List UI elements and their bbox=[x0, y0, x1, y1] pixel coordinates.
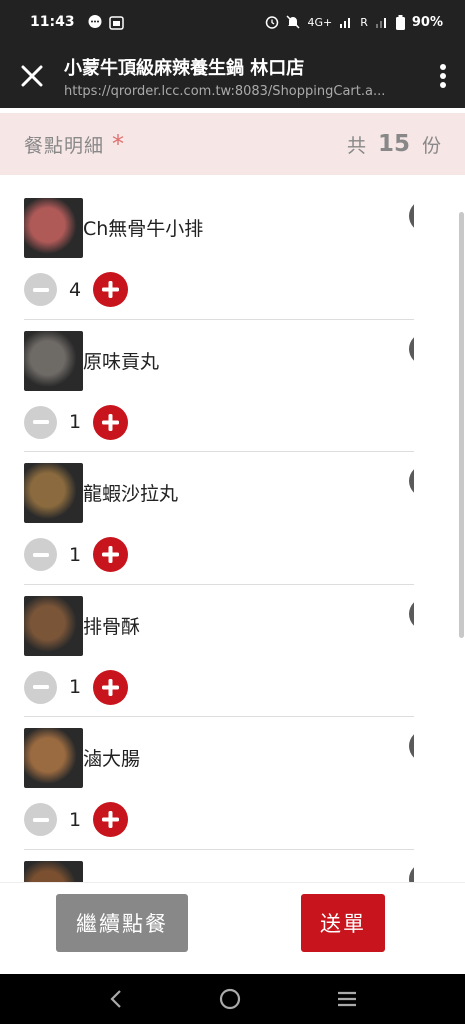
remove-item-button[interactable] bbox=[409, 332, 414, 365]
decrease-qty-button[interactable] bbox=[24, 405, 57, 439]
item-quantity: 1 bbox=[68, 808, 82, 831]
signal-icon-2 bbox=[375, 18, 386, 28]
more-vertical-icon bbox=[440, 64, 446, 88]
overflow-menu-button[interactable] bbox=[421, 44, 465, 108]
scrollbar[interactable] bbox=[459, 212, 464, 638]
bottom-action-bar: 繼續點餐 送單 bbox=[0, 882, 465, 974]
item-name: 龍蝦沙拉丸 bbox=[83, 483, 179, 505]
cart-item: 滷大腸 1 bbox=[24, 717, 414, 850]
signal-icon bbox=[340, 18, 351, 28]
increase-qty-button[interactable] bbox=[93, 537, 128, 572]
quantity-stepper: 1 bbox=[24, 802, 128, 837]
minus-icon bbox=[32, 685, 49, 689]
remove-item-button[interactable] bbox=[409, 200, 414, 232]
plus-icon bbox=[102, 281, 119, 298]
remove-item-button[interactable] bbox=[409, 862, 414, 882]
calendar-icon bbox=[108, 15, 124, 30]
cart-item: 排骨酥 1 bbox=[24, 585, 414, 717]
item-quantity: 1 bbox=[68, 543, 82, 566]
food-thumbnail bbox=[24, 728, 83, 788]
decrease-qty-button[interactable] bbox=[24, 538, 57, 571]
plus-icon bbox=[102, 546, 119, 563]
food-thumbnail bbox=[24, 860, 83, 882]
cart-item: Ch無骨牛小排 4 bbox=[24, 187, 414, 320]
item-name: Ch無骨牛小排 bbox=[83, 218, 204, 240]
food-thumbnail bbox=[24, 463, 83, 523]
required-star: * bbox=[112, 130, 125, 158]
summary-label: 餐點明細 bbox=[24, 134, 105, 157]
alarm-icon bbox=[266, 16, 279, 29]
increase-qty-button[interactable] bbox=[93, 272, 128, 307]
item-quantity: 1 bbox=[68, 676, 82, 698]
item-name: 排骨酥 bbox=[83, 615, 141, 638]
plus-icon bbox=[102, 413, 119, 431]
total-count: 共 15 份 bbox=[347, 131, 441, 158]
mute-icon bbox=[286, 15, 300, 29]
food-thumbnail bbox=[24, 198, 83, 258]
increase-qty-button[interactable] bbox=[93, 802, 128, 837]
decrease-qty-button[interactable] bbox=[24, 803, 57, 836]
app-bar: 小蒙牛頂級麻辣養生鍋 林口店 https://qrorder.lcc.com.t… bbox=[0, 44, 465, 108]
cart-item: 滷牛肚 bbox=[24, 850, 414, 882]
battery-icon bbox=[395, 14, 405, 30]
remove-item-button[interactable] bbox=[409, 465, 414, 497]
item-quantity: 4 bbox=[68, 278, 82, 301]
cart-list[interactable]: Ch無骨牛小排 4 原味貢丸 1 龍蝦沙拉丸 1 排骨酥 1 滷大腸 1 bbox=[24, 187, 414, 882]
food-thumbnail bbox=[24, 330, 83, 391]
total-unit: 份 bbox=[421, 134, 441, 157]
decrease-qty-button[interactable] bbox=[24, 273, 57, 306]
quantity-stepper: 1 bbox=[24, 404, 128, 440]
page-url: https://qrorder.lcc.com.tw:8083/Shopping… bbox=[64, 83, 386, 99]
quantity-stepper: 1 bbox=[24, 537, 128, 572]
minus-icon bbox=[32, 420, 49, 424]
cart-item: 原味貢丸 1 bbox=[24, 320, 414, 452]
home-icon[interactable] bbox=[219, 988, 241, 1010]
total-prefix: 共 bbox=[346, 134, 366, 157]
chat-icon bbox=[88, 15, 102, 28]
minus-icon bbox=[32, 287, 49, 292]
remove-item-button[interactable] bbox=[409, 730, 414, 762]
send-order-button[interactable]: 送單 bbox=[301, 894, 385, 952]
food-thumbnail bbox=[24, 595, 83, 656]
close-icon bbox=[21, 65, 43, 87]
total-number: 15 bbox=[377, 131, 410, 157]
increase-qty-button[interactable] bbox=[93, 404, 128, 440]
continue-ordering-button[interactable]: 繼續點餐 bbox=[56, 894, 188, 952]
back-icon[interactable] bbox=[108, 989, 124, 1009]
plus-icon bbox=[102, 678, 119, 696]
minus-icon bbox=[32, 552, 49, 557]
decrease-qty-button[interactable] bbox=[24, 670, 57, 704]
close-button[interactable] bbox=[0, 44, 64, 108]
remove-item-button[interactable] bbox=[409, 597, 414, 630]
system-nav-bar bbox=[0, 974, 465, 1024]
cart-item: 龍蝦沙拉丸 1 bbox=[24, 452, 414, 585]
item-name: 滷大腸 bbox=[83, 748, 141, 770]
order-summary: 餐點明細 * 共 15 份 bbox=[0, 113, 465, 175]
recents-icon[interactable] bbox=[336, 990, 358, 1008]
battery-percent: 90% bbox=[411, 14, 443, 30]
status-time: 11:43 bbox=[30, 14, 75, 30]
item-quantity: 1 bbox=[68, 411, 82, 433]
minus-icon bbox=[32, 817, 49, 822]
network-type: 4G+ bbox=[307, 15, 333, 29]
item-name: 原味貢丸 bbox=[83, 350, 160, 373]
roaming-indicator: R bbox=[360, 15, 368, 29]
page-title: 小蒙牛頂級麻辣養生鍋 林口店 bbox=[64, 57, 305, 79]
quantity-stepper: 4 bbox=[24, 272, 128, 307]
status-bar: 11:43 4G+ R 90% bbox=[0, 0, 465, 44]
plus-icon bbox=[102, 811, 119, 828]
quantity-stepper: 1 bbox=[24, 669, 128, 705]
increase-qty-button[interactable] bbox=[93, 669, 128, 705]
